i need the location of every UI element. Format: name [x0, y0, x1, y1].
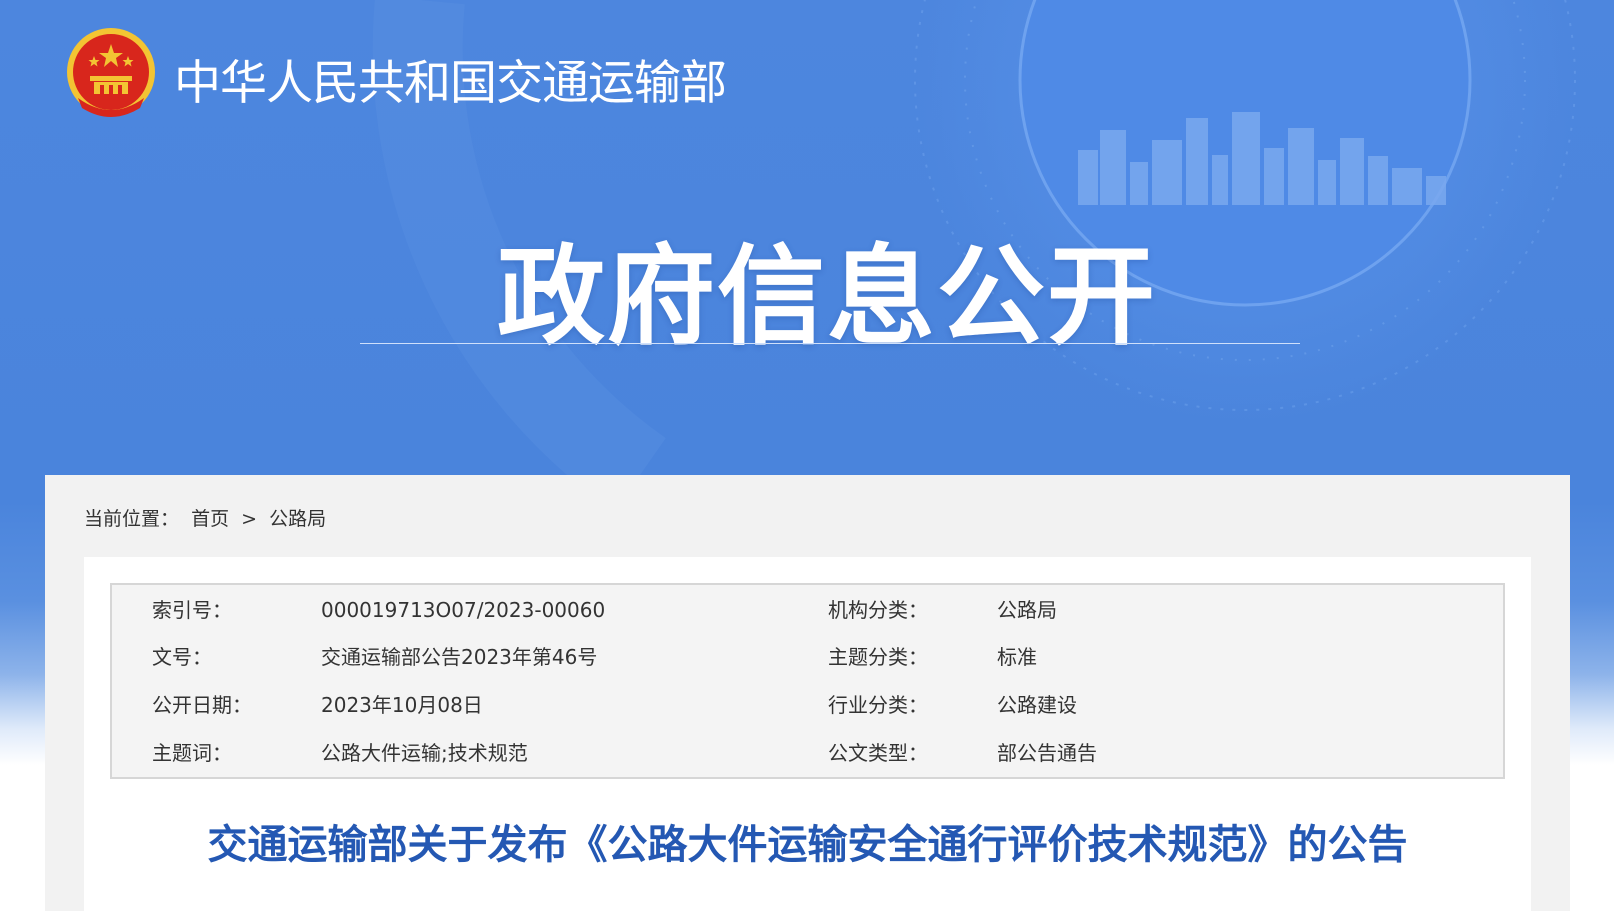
document-title: 交通运输部关于发布《公路大件运输安全通行评价技术规范》的公告 — [207, 822, 1408, 868]
content-card: 索引号： 000019713O07/2023-00060 机构分类： 公路局 文… — [84, 557, 1531, 911]
breadcrumb: 当前位置： 首页 > 公路局 — [84, 504, 332, 531]
main-panel: 当前位置： 首页 > 公路局 索引号： 000019713O07/2023-00… — [45, 475, 1570, 911]
subject-category-value: 标准 — [997, 645, 1037, 669]
info-row: 公开日期： 2023年10月08日 行业分类： 公路建设 — [112, 681, 1503, 729]
national-emblem-icon — [67, 28, 155, 117]
document-number-label: 文号： — [152, 645, 212, 669]
banner-divider — [360, 343, 1300, 344]
info-row: 文号： 交通运输部公告2023年第46号 主题分类： 标准 — [112, 633, 1503, 681]
industry-category-value: 公路建设 — [997, 693, 1077, 717]
info-row: 索引号： 000019713O07/2023-00060 机构分类： 公路局 — [112, 586, 1503, 634]
document-type-value: 部公告通告 — [997, 741, 1097, 765]
keywords-label: 主题词： — [152, 741, 232, 765]
organization-category-label: 机构分类： — [828, 598, 928, 622]
breadcrumb-separator: > — [241, 508, 258, 530]
keywords-value: 公路大件运输;技术规范 — [321, 741, 528, 765]
ministry-name[interactable]: 中华人民共和国交通运输部 — [174, 44, 727, 113]
document-number-value: 交通运输部公告2023年第46号 — [321, 645, 598, 669]
document-info-table: 索引号： 000019713O07/2023-00060 机构分类： 公路局 文… — [110, 583, 1505, 779]
publish-date-label: 公开日期： — [152, 693, 252, 717]
document-type-label: 公文类型： — [828, 741, 928, 765]
industry-category-label: 行业分类： — [828, 693, 928, 717]
breadcrumb-home-link[interactable]: 首页 — [191, 508, 229, 530]
index-number-label: 索引号： — [152, 598, 232, 622]
hero-banner: 中华人民共和国交通运输部 政府信息公开 — [0, 0, 1614, 475]
subject-category-label: 主题分类： — [828, 645, 928, 669]
publish-date-value: 2023年10月08日 — [321, 693, 483, 717]
index-number-value: 000019713O07/2023-00060 — [321, 598, 606, 622]
breadcrumb-current-link[interactable]: 公路局 — [269, 508, 326, 530]
breadcrumb-prefix: 当前位置： — [84, 508, 180, 530]
organization-category-value: 公路局 — [997, 598, 1057, 622]
info-row: 主题词： 公路大件运输;技术规范 公文类型： 部公告通告 — [112, 729, 1503, 777]
